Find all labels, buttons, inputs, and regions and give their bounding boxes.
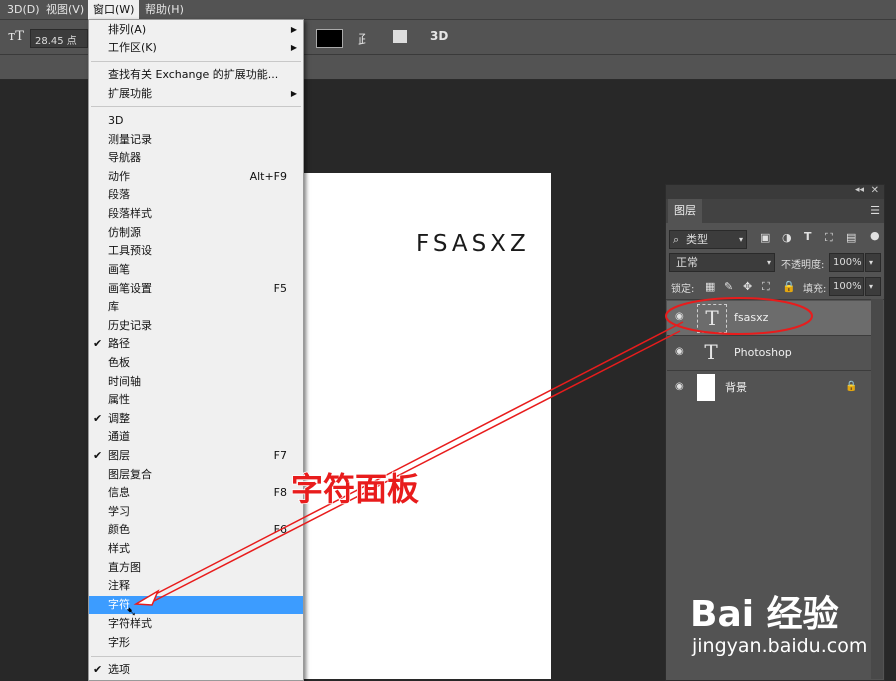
- watermark: Bai 经验 jingyan.baidu.com: [690, 585, 880, 665]
- watermark-url: jingyan.baidu.com: [692, 635, 868, 657]
- arrow-line-b: [149, 330, 681, 604]
- arrow-head: [133, 589, 160, 606]
- watermark-logo: Bai 经验: [690, 594, 839, 635]
- mouse-cursor-icon: ➷: [126, 605, 137, 620]
- highlight-ellipse: [665, 297, 813, 335]
- annotation-label: 字符面板: [291, 470, 419, 508]
- annotation-overlay: 字符面板: [133, 297, 813, 606]
- arrow-line-a: [147, 321, 684, 599]
